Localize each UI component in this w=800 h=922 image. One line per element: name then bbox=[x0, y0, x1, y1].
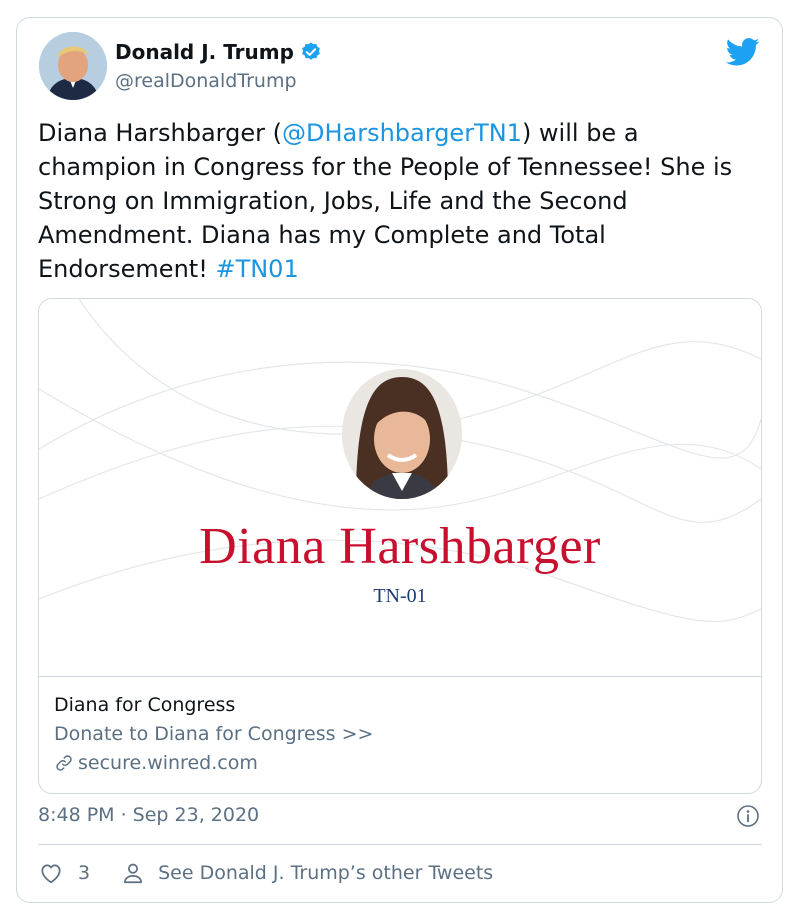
divider bbox=[38, 844, 762, 845]
person-icon bbox=[120, 860, 146, 886]
other-tweets-link[interactable]: See Donald J. Trump’s other Tweets bbox=[120, 860, 493, 886]
candidate-photo bbox=[342, 369, 462, 499]
verified-badge-icon bbox=[300, 41, 322, 63]
card-domain[interactable]: secure.winred.com bbox=[54, 749, 744, 777]
twitter-bird-icon[interactable] bbox=[725, 38, 760, 66]
mention-link[interactable]: @DHarshbargerTN1 bbox=[282, 119, 522, 147]
card-meta[interactable]: Diana for Congress Donate to Diana for C… bbox=[54, 691, 744, 777]
card-subtitle: TN-01 bbox=[373, 585, 427, 607]
other-tweets-label: See Donald J. Trump’s other Tweets bbox=[158, 862, 494, 884]
card-description[interactable]: Donate to Diana for Congress >> bbox=[54, 719, 744, 749]
tweet-text: Diana Harshbarger (@DHarshbargerTN1) wil… bbox=[38, 116, 758, 286]
info-icon[interactable] bbox=[736, 804, 760, 828]
link-icon bbox=[54, 753, 74, 773]
hashtag-link[interactable]: #TN01 bbox=[215, 255, 298, 283]
author-display-name[interactable]: Donald J. Trump bbox=[115, 40, 294, 64]
author-avatar[interactable] bbox=[39, 32, 107, 100]
card-headline: Diana Harshbarger bbox=[199, 518, 601, 575]
tweet-actions: 3 See Donald J. Trump’s other Tweets bbox=[38, 860, 493, 886]
tweet-card[interactable]: Donald J. Trump @realDonaldTrump Diana H… bbox=[16, 17, 783, 903]
tweet-timestamp[interactable]: 8:48 PM · Sep 23, 2020 bbox=[38, 804, 259, 826]
card-image[interactable]: Diana Harshbarger TN-01 bbox=[39, 299, 761, 677]
tweet-text-segment: Diana Harshbarger ( bbox=[38, 119, 282, 147]
like-count[interactable]: 3 bbox=[78, 862, 90, 884]
link-preview-card[interactable]: Diana Harshbarger TN-01 Diana for Congre… bbox=[38, 298, 762, 794]
heart-icon[interactable] bbox=[38, 860, 64, 886]
card-title[interactable]: Diana for Congress bbox=[54, 691, 744, 719]
card-domain-text: secure.winred.com bbox=[78, 752, 258, 774]
author-handle[interactable]: @realDonaldTrump bbox=[115, 70, 297, 92]
